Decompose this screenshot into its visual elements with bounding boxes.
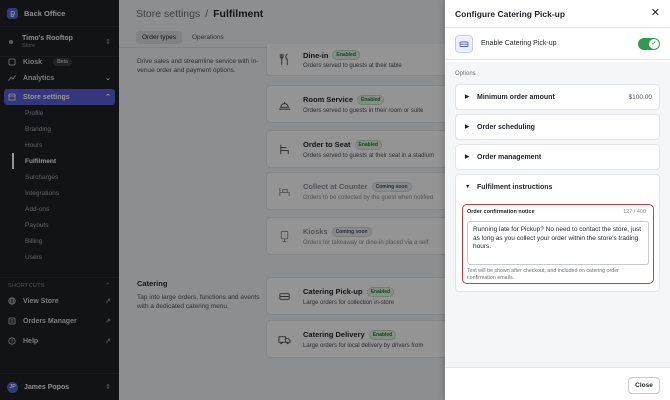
caret-right-icon: ▶ (465, 124, 470, 130)
accordion-label: Minimum order amount (477, 93, 555, 101)
order-confirmation-field: Order confirmation notice 127 / 400 Runn… (462, 204, 654, 284)
check-icon: ✓ (649, 38, 659, 49)
order-confirmation-textarea[interactable]: Running late for Pickup? No need to cont… (467, 221, 649, 265)
enable-toggle[interactable]: ✓ (638, 37, 660, 50)
accordion-label: Order management (477, 153, 542, 161)
configure-drawer: Configure Catering Pick-up ✕ Enable Cate… (445, 0, 670, 400)
accordion-label: Order scheduling (477, 123, 535, 131)
close-button[interactable]: Close (628, 377, 660, 394)
drawer-body: Options ▶ Minimum order amount $100.00 ▶… (445, 62, 670, 368)
accordion-minimum-order[interactable]: ▶ Minimum order amount $100.00 (455, 84, 660, 110)
field-hint: Text will be shown after checkout, and i… (467, 268, 619, 281)
caret-right-icon: ▶ (465, 94, 470, 100)
caret-right-icon: ▶ (465, 154, 470, 160)
catering-tray-icon (455, 34, 473, 53)
drawer-footer: Close (445, 368, 670, 400)
enable-row: Enable Catering Pick-up ✓ (445, 28, 670, 60)
app-root: Back Office Timo's Rooftop Store ⇕ Kiosk… (0, 0, 670, 400)
options-label: Options (455, 71, 476, 77)
close-icon[interactable]: ✕ (651, 8, 660, 19)
enable-label: Enable Catering Pick-up (481, 40, 557, 47)
accordion-label: Fulfilment instructions (477, 183, 553, 191)
drawer-header: Configure Catering Pick-up ✕ (445, 0, 670, 28)
field-label: Order confirmation notice (467, 209, 535, 215)
drawer-title: Configure Catering Pick-up (455, 8, 566, 19)
char-counter: 127 / 400 (623, 209, 646, 215)
caret-down-icon: ▼ (465, 184, 471, 190)
accordion-order-scheduling[interactable]: ▶ Order scheduling (455, 114, 660, 140)
accordion-header[interactable]: ▼ Fulfilment instructions (456, 175, 659, 199)
accordion-header[interactable]: ▶ Minimum order amount $100.00 (456, 85, 659, 109)
accordion-header[interactable]: ▶ Order management (456, 145, 659, 169)
accordion-order-management[interactable]: ▶ Order management (455, 144, 660, 170)
modal-backdrop[interactable] (0, 0, 445, 400)
accordion-header[interactable]: ▶ Order scheduling (456, 115, 659, 139)
accordion-value: $100.00 (628, 93, 653, 101)
